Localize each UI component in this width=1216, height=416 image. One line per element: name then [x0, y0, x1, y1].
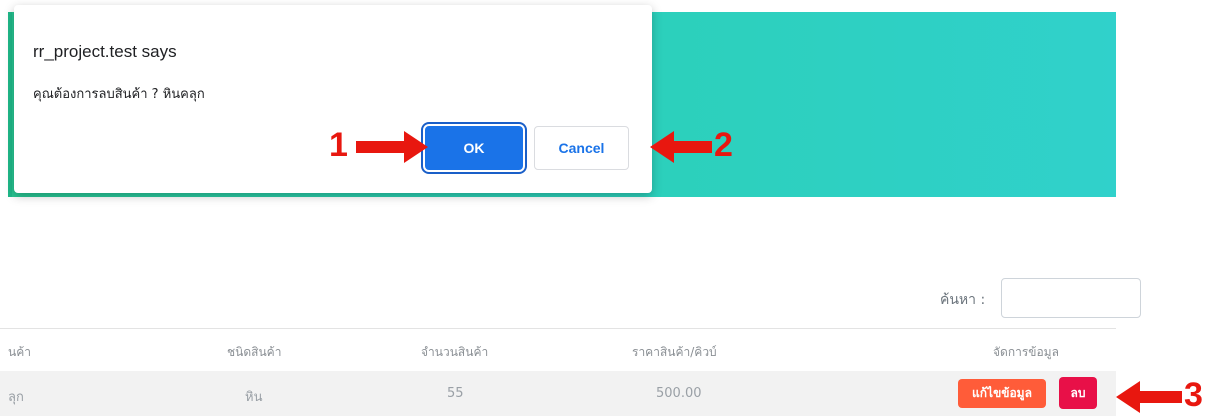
cell-type: หิน: [245, 390, 263, 405]
callout-arrow-right-icon: [356, 131, 428, 163]
edit-button[interactable]: แก้ไขข้อมูล: [958, 379, 1046, 408]
cell-name: ลุก: [8, 390, 24, 405]
banner-edge-accent: [8, 12, 12, 197]
callout-arrow-left-icon: [1116, 381, 1182, 413]
cell-quantity: 55: [447, 386, 464, 401]
column-header-quantity: จำนวนสินค้า: [421, 345, 489, 359]
delete-button[interactable]: ลบ: [1059, 377, 1097, 409]
table-header-row: นค้า ชนิดสินค้า จำนวนสินค้า ราคาสินค้า/ค…: [0, 328, 1116, 372]
search-input[interactable]: [1001, 278, 1141, 318]
callout-number-3: 3: [1184, 376, 1203, 414]
column-header-price: ราคาสินค้า/คิวบ์: [632, 345, 717, 359]
dialog-title: rr_project.test says: [33, 42, 177, 61]
column-header-name: นค้า: [8, 345, 31, 359]
cell-price: 500.00: [656, 386, 702, 401]
dialog-message: คุณต้องการลบสินค้า ? หินคลุก: [33, 87, 205, 102]
column-header-type: ชนิดสินค้า: [227, 345, 282, 359]
callout-number-2: 2: [714, 126, 733, 164]
callout-arrow-left-icon: [650, 131, 712, 163]
ok-button[interactable]: OK: [425, 126, 523, 170]
callout-number-1: 1: [329, 126, 348, 164]
table-row: ลุก หิน 55 500.00 แก้ไขข้อมูล ลบ: [0, 371, 1116, 416]
search-label: ค้นหา :: [940, 292, 986, 308]
column-header-manage: จัดการข้อมูล: [993, 345, 1059, 359]
cancel-button[interactable]: Cancel: [534, 126, 629, 170]
